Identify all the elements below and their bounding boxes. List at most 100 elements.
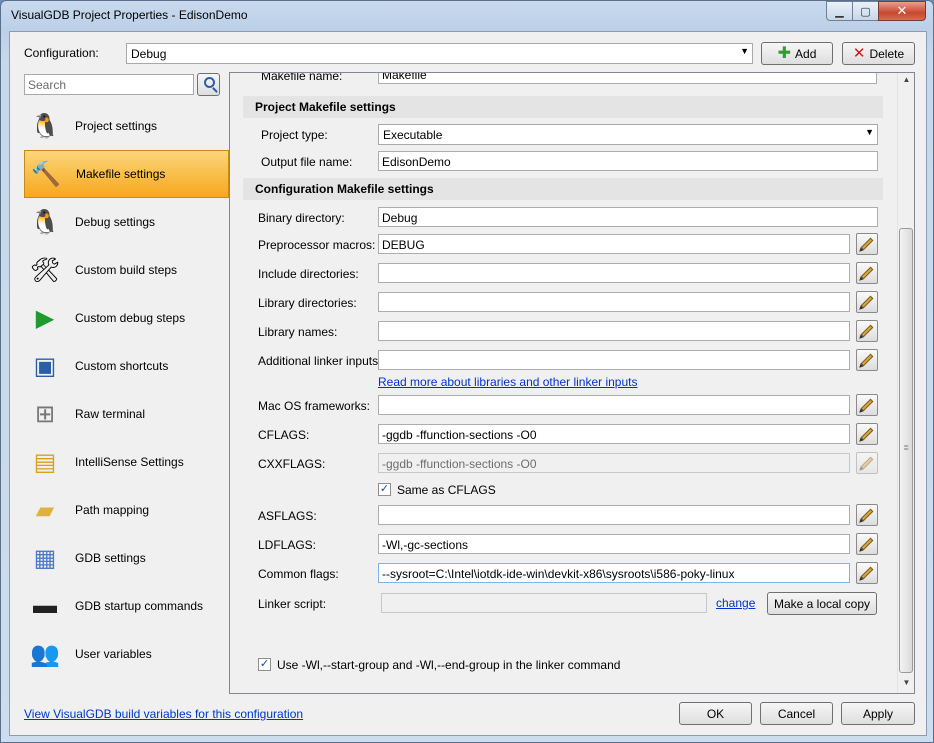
sidebar-item-label: Custom build steps [75,263,178,277]
delete-icon: ✕ [852,44,866,62]
title-bar: VisualGDB Project Properties - EdisonDem… [1,1,933,31]
chevron-down-icon: ▼ [865,127,874,137]
mac-os-frameworks-field[interactable] [378,395,850,415]
binary-directory-value: Debug [382,211,418,225]
sidebar-item-gdb-settings[interactable]: ▦ GDB settings [24,534,229,582]
cancel-button[interactable]: Cancel [760,702,833,725]
start-end-group-checkbox[interactable]: ✓ [258,658,271,671]
start-end-group-label: Use -Wl,--start-group and -Wl,--end-grou… [277,658,621,672]
sidebar-item-label: Raw terminal [75,407,146,421]
cflags-field[interactable]: -ggdb -ffunction-sections -O0 [378,424,850,444]
search-button[interactable] [197,73,220,96]
sidebar-item-label: IntelliSense Settings [75,455,184,469]
tools-icon: 🛠 [29,256,61,284]
read-more-libraries-link[interactable]: Read more about libraries and other link… [378,375,637,389]
sidebar-item-raw-terminal[interactable]: ⊞ Raw terminal [24,390,229,438]
library-names-field[interactable] [378,321,850,341]
sidebar-item-user-variables[interactable]: 👥 User variables [24,630,229,678]
view-build-variables-link[interactable]: View VisualGDB build variables for this … [24,707,303,721]
terminal-icon: ▬ [33,592,57,619]
sidebar-item-project-settings[interactable]: 🐧 Project settings [24,102,229,150]
binary-directory-field[interactable]: Debug [378,207,878,227]
sidebar-item-label: Path mapping [75,503,150,517]
edit-library-directories-button[interactable] [856,291,878,313]
library-directories-field[interactable] [378,292,850,312]
additional-linker-inputs-field[interactable] [378,350,850,370]
sidebar-item-custom-debug-steps[interactable]: ▶ Custom debug steps [24,294,229,342]
edit-include-directories-button[interactable] [856,262,878,284]
linker-script-label: Linker script: [258,597,327,611]
scroll-up-icon[interactable]: ▲ [900,75,913,88]
binary-directory-label: Binary directory: [258,211,345,225]
configuration-dropdown[interactable]: Debug ▼ [126,43,753,64]
add-configuration-button[interactable]: ✚ Add [761,42,833,65]
sidebar-item-debug-settings[interactable]: 🐧 Debug settings [24,198,229,246]
change-linker-script-link[interactable]: change [716,596,755,610]
tux-icon: 🐧 [30,112,60,140]
delete-configuration-button[interactable]: ✕ Delete [842,42,915,65]
tools-play-icon: ▶ [35,304,55,332]
serial-port-icon: ⊞ [34,400,56,428]
edit-cflags-button[interactable] [856,423,878,445]
ldflags-field[interactable]: -Wl,-gc-sections [378,534,850,554]
pencil-icon [860,456,874,470]
pencil-icon [860,237,874,251]
folders-icon: ▰ [35,496,55,524]
sidebar-item-gdb-startup-commands[interactable]: ▬ GDB startup commands [24,582,229,630]
close-button[interactable]: ✕ [878,1,926,21]
search-icon [204,77,215,88]
maximize-button[interactable]: ▢ [852,1,879,21]
edit-common-flags-button[interactable] [856,562,878,584]
sidebar-item-label: GDB startup commands [75,599,204,613]
dialog-body: Configuration: Debug ▼ ✚ Add ✕ Delete Se… [9,31,927,736]
maximize-icon: ▢ [860,5,871,18]
sidebar-item-custom-build-steps[interactable]: 🛠 Custom build steps [24,246,229,294]
sidebar-item-custom-shortcuts[interactable]: ▣ Custom shortcuts [24,342,229,390]
window-title: VisualGDB Project Properties - EdisonDem… [11,8,248,22]
search-input[interactable]: Search [24,74,194,95]
project-type-label: Project type: [261,128,328,142]
window-shortcut-icon: ▣ [33,352,57,380]
ok-button[interactable]: OK [679,702,752,725]
asflags-field[interactable] [378,505,850,525]
delete-button-label: Delete [869,46,905,61]
edit-library-names-button[interactable] [856,320,878,342]
cxxflags-label: CXXFLAGS: [258,457,326,471]
common-flags-label: Common flags: [258,567,339,581]
tux-debug-icon: 🐧 [30,208,60,236]
scroll-down-icon[interactable]: ▼ [900,678,913,691]
panel-scrollbar[interactable]: ▲ ═ ═ ▼ [897,73,914,693]
minimize-button[interactable]: ▁ [826,1,853,21]
include-directories-field[interactable] [378,263,850,283]
sidebar-item-path-mapping[interactable]: ▰ Path mapping [24,486,229,534]
search-placeholder: Search [28,78,67,92]
scroll-thumb[interactable]: ═ ═ [899,228,913,673]
common-flags-field[interactable]: --sysroot=C:\Intel\iotdk-ide-win\devkit-… [378,563,850,583]
sidebar-item-intellisense-settings[interactable]: ▤ IntelliSense Settings [24,438,229,486]
edit-asflags-button[interactable] [856,504,878,526]
makefile-name-field[interactable]: Makefile [378,73,877,84]
edit-linker-inputs-button[interactable] [856,349,878,371]
preprocessor-macros-label: Preprocessor macros: [258,238,376,252]
output-file-field[interactable]: EdisonDemo [378,151,878,171]
common-flags-value: --sysroot=C:\Intel\iotdk-ide-win\devkit-… [382,567,735,581]
output-file-value: EdisonDemo [382,155,451,169]
sidebar-item-makefile-settings[interactable]: 🔨 Makefile settings [24,150,229,198]
apply-button[interactable]: Apply [841,702,915,725]
preprocessor-macros-field[interactable]: DEBUG [378,234,850,254]
sidebar-item-label: Custom shortcuts [75,359,169,373]
project-type-dropdown[interactable]: Executable ▼ [378,124,878,145]
library-directories-label: Library directories: [258,296,357,310]
edit-ldflags-button[interactable] [856,533,878,555]
edit-mac-os-frameworks-button[interactable] [856,394,878,416]
document-icon: ▦ [33,544,57,572]
cflags-value: -ggdb -ffunction-sections -O0 [382,428,537,442]
mac-os-frameworks-label: Mac OS frameworks: [258,399,371,413]
configuration-value: Debug [131,47,167,61]
edit-macros-button[interactable] [856,233,878,255]
properties-window: VisualGDB Project Properties - EdisonDem… [0,0,934,743]
pencil-icon [860,266,874,280]
make-local-copy-button[interactable]: Make a local copy [767,592,877,615]
same-as-cflags-checkbox[interactable]: ✓ [378,483,391,496]
output-file-label: Output file name: [261,155,353,169]
